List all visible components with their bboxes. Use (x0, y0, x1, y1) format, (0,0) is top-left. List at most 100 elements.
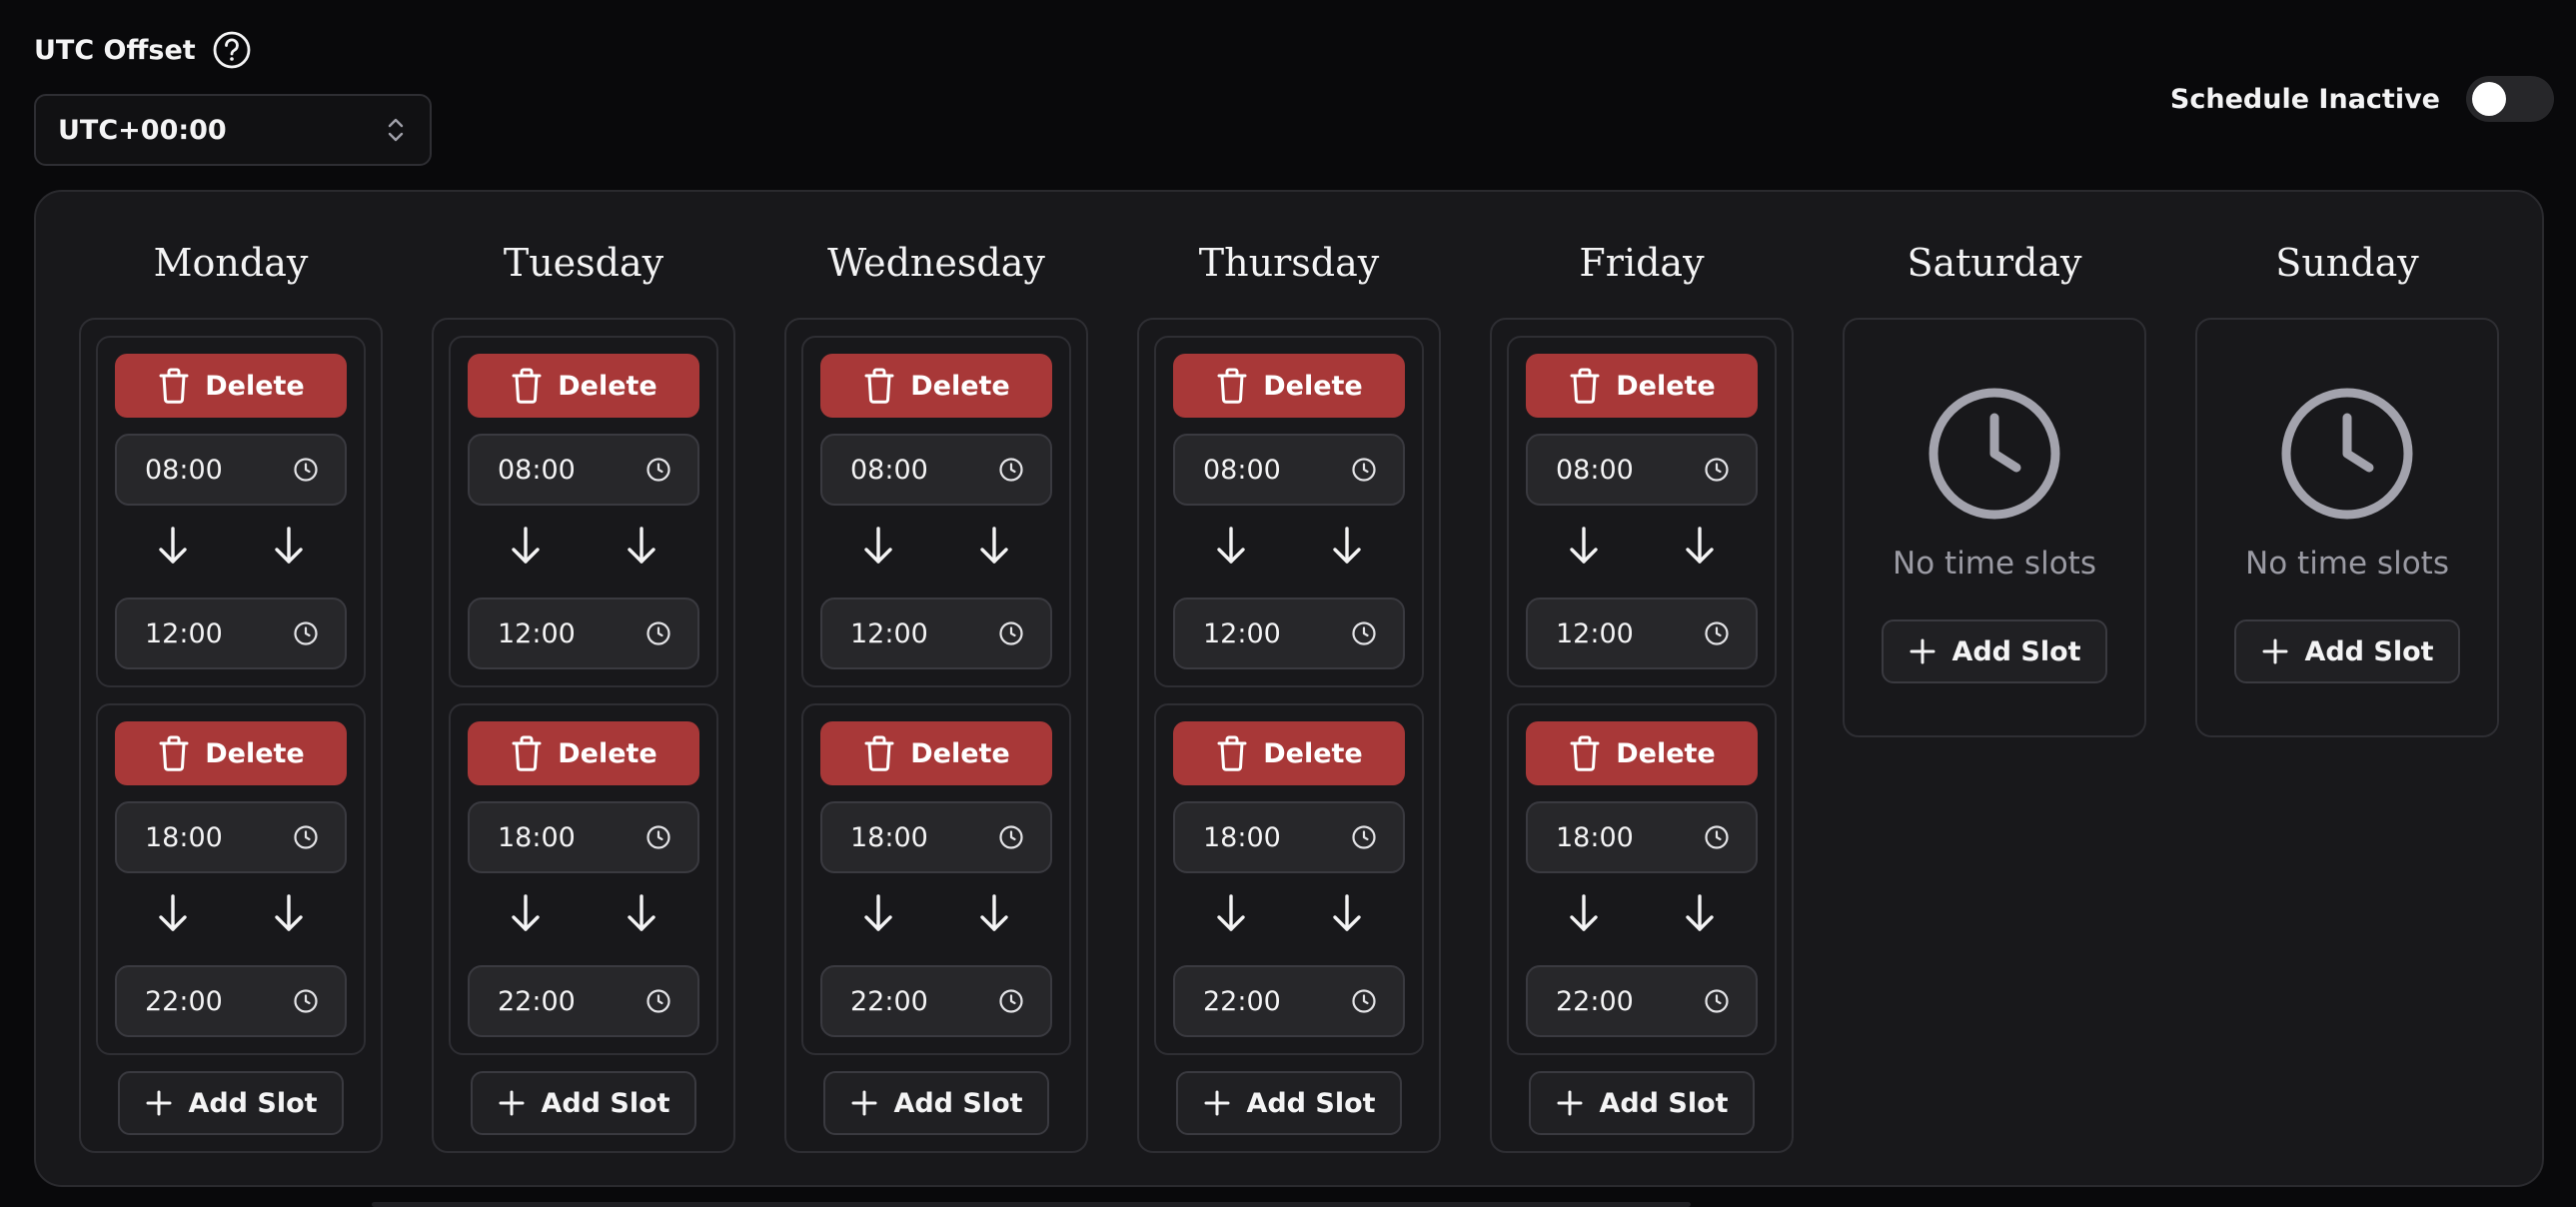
delete-label: Delete (205, 737, 305, 769)
plus-icon (1202, 1088, 1232, 1118)
arrow-down-icon (153, 524, 193, 568)
end-time-input[interactable]: 12:00 (820, 598, 1052, 669)
start-time-value: 08:00 (850, 454, 928, 486)
end-time-input[interactable]: 22:00 (115, 965, 347, 1037)
day-title-friday: Friday (1579, 241, 1705, 285)
start-time-input[interactable]: 18:00 (468, 801, 699, 873)
day-title-monday: Monday (153, 241, 309, 285)
plus-icon (497, 1088, 527, 1118)
time-slot: Delete 18:00 22:00 (801, 703, 1071, 1055)
start-time-input[interactable]: 18:00 (115, 801, 347, 873)
delete-label: Delete (205, 370, 305, 402)
no-time-slots-text: No time slots (1893, 546, 2096, 582)
utc-offset-select[interactable]: UTC+00:00 (34, 94, 432, 166)
clock-icon (293, 620, 319, 646)
plus-icon (1555, 1088, 1585, 1118)
question-circle-icon[interactable] (212, 30, 252, 70)
time-slot: Delete 18:00 22:00 (1154, 703, 1424, 1055)
day-title-tuesday: Tuesday (503, 241, 664, 285)
clock-icon (1704, 824, 1730, 850)
end-time-value: 22:00 (850, 985, 928, 1017)
end-time-input[interactable]: 12:00 (1526, 598, 1758, 669)
trash-icon (157, 367, 191, 405)
clock-icon (645, 824, 671, 850)
start-time-input[interactable]: 08:00 (820, 434, 1052, 506)
clock-icon (1704, 620, 1730, 646)
arrow-down-icon (506, 524, 546, 568)
delete-label: Delete (1616, 370, 1716, 402)
arrow-down-icon (622, 891, 661, 935)
delete-slot-button[interactable]: Delete (820, 721, 1052, 785)
no-time-slots-text: No time slots (2245, 546, 2449, 582)
trash-icon (862, 734, 896, 772)
plus-icon (1908, 636, 1937, 666)
clock-icon (998, 824, 1024, 850)
start-time-input[interactable]: 08:00 (115, 434, 347, 506)
start-time-input[interactable]: 18:00 (1173, 801, 1405, 873)
start-time-input[interactable]: 08:00 (468, 434, 699, 506)
end-time-input[interactable]: 22:00 (1526, 965, 1758, 1037)
add-slot-button[interactable]: Add Slot (1529, 1071, 1755, 1135)
clock-icon (293, 457, 319, 483)
end-time-input[interactable]: 12:00 (115, 598, 347, 669)
add-slot-button[interactable]: Add Slot (2234, 619, 2460, 683)
clock-icon (998, 457, 1024, 483)
delete-slot-button[interactable]: Delete (115, 354, 347, 418)
schedule-status-group: Schedule Inactive (2170, 76, 2554, 122)
delete-slot-button[interactable]: Delete (1173, 354, 1405, 418)
start-time-value: 08:00 (1556, 454, 1634, 486)
clock-icon (645, 620, 671, 646)
day-column-friday: Friday Delete 08:00 12:00 Delete 18:00 22:00 Ad… (1490, 192, 1794, 1153)
delete-slot-button[interactable]: Delete (468, 721, 699, 785)
arrows-row (1173, 510, 1405, 582)
schedule-toggle[interactable] (2466, 76, 2554, 122)
add-slot-label: Add Slot (1951, 635, 2081, 667)
add-slot-button[interactable]: Add Slot (118, 1071, 344, 1135)
add-slot-button[interactable]: Add Slot (1882, 619, 2107, 683)
trash-icon (510, 367, 544, 405)
delete-slot-button[interactable]: Delete (1526, 354, 1758, 418)
arrows-row (1526, 877, 1758, 949)
chevron-up-down-icon (384, 115, 408, 145)
end-time-input[interactable]: 22:00 (820, 965, 1052, 1037)
arrows-row (468, 877, 699, 949)
start-time-input[interactable]: 08:00 (1526, 434, 1758, 506)
arrow-down-icon (974, 891, 1014, 935)
arrow-down-icon (1211, 524, 1251, 568)
end-time-input[interactable]: 22:00 (468, 965, 699, 1037)
start-time-input[interactable]: 08:00 (1173, 434, 1405, 506)
day-slots-box-friday: Delete 08:00 12:00 Delete 18:00 22:00 Add Slot (1490, 318, 1794, 1153)
clock-icon (998, 620, 1024, 646)
add-slot-button[interactable]: Add Slot (1176, 1071, 1402, 1135)
arrows-row (1173, 877, 1405, 949)
time-slot: Delete 08:00 12:00 (1154, 336, 1424, 687)
end-time-input[interactable]: 22:00 (1173, 965, 1405, 1037)
delete-slot-button[interactable]: Delete (468, 354, 699, 418)
start-time-input[interactable]: 18:00 (1526, 801, 1758, 873)
delete-slot-button[interactable]: Delete (1173, 721, 1405, 785)
delete-slot-button[interactable]: Delete (1526, 721, 1758, 785)
end-time-value: 22:00 (498, 985, 576, 1017)
add-slot-button[interactable]: Add Slot (823, 1071, 1049, 1135)
time-slot: Delete 18:00 22:00 (1507, 703, 1777, 1055)
time-slot: Delete 18:00 22:00 (96, 703, 366, 1055)
end-time-input[interactable]: 12:00 (1173, 598, 1405, 669)
schedule-status-label: Schedule Inactive (2169, 83, 2440, 115)
end-time-value: 22:00 (1203, 985, 1281, 1017)
delete-slot-button[interactable]: Delete (820, 354, 1052, 418)
start-time-value: 18:00 (145, 821, 223, 853)
delete-slot-button[interactable]: Delete (115, 721, 347, 785)
clock-icon (998, 988, 1024, 1014)
add-slot-button[interactable]: Add Slot (471, 1071, 696, 1135)
arrow-down-icon (269, 891, 309, 935)
trash-icon (157, 734, 191, 772)
start-time-value: 08:00 (1203, 454, 1281, 486)
day-column-saturday: Saturday No time slots Add Slot (1843, 192, 2146, 737)
clock-icon (2279, 386, 2415, 522)
clock-icon (1704, 988, 1730, 1014)
arrows-row (820, 510, 1052, 582)
start-time-input[interactable]: 18:00 (820, 801, 1052, 873)
arrow-down-icon (974, 524, 1014, 568)
end-time-input[interactable]: 12:00 (468, 598, 699, 669)
trash-icon (1568, 734, 1602, 772)
